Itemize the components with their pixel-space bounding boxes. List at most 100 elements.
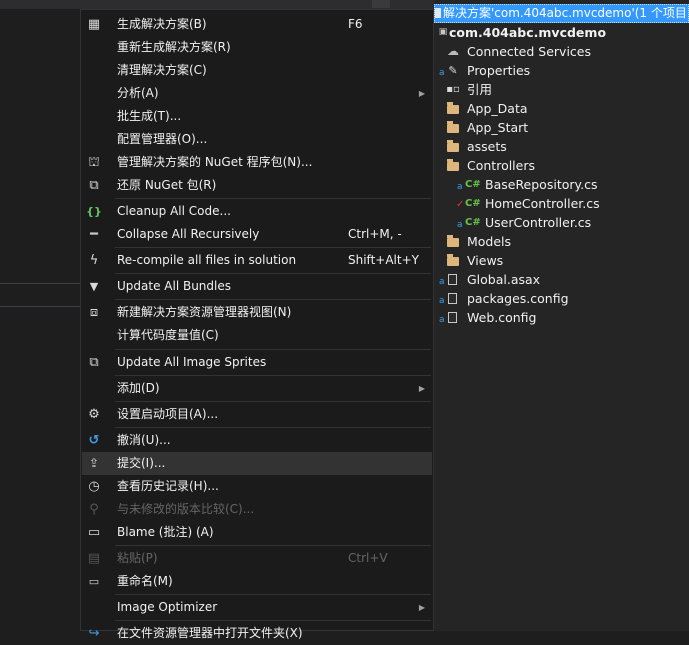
- menu-item-add[interactable]: 添加(D) ▶: [82, 377, 432, 400]
- file-icon: [448, 274, 457, 285]
- menu-item-undo[interactable]: ↺ 撤消(U)...: [82, 429, 432, 452]
- folder-open-icon: [447, 159, 459, 171]
- menu-item-collapse-all[interactable]: ━ Collapse All Recursively Ctrl+M, -: [82, 223, 432, 246]
- tree-node-app-start[interactable]: App_Start: [434, 118, 689, 137]
- menu-item-restore-nuget[interactable]: ⧉ 还原 NuGet 包(R): [82, 174, 432, 197]
- csharp-file-icon: C#: [465, 198, 481, 209]
- wrench-icon: ✎: [448, 64, 458, 77]
- menu-separator: [115, 427, 431, 428]
- tree-node-global-asax[interactable]: a Global.asax: [434, 270, 689, 289]
- tree-node-properties[interactable]: a ✎ Properties: [434, 61, 689, 80]
- submenu-arrow-icon: ▶: [418, 384, 425, 393]
- project-icon: ▣: [438, 27, 448, 37]
- scrollbar-marker[interactable]: [372, 0, 390, 8]
- lightning-icon: ϟ: [89, 253, 99, 268]
- solution-node[interactable]: 解决方案'com.404abc.mvcdemo'(1 个项目): [434, 4, 689, 23]
- menu-item-commit[interactable]: ⇪ 提交(I)...: [82, 452, 432, 475]
- history-icon: ◷: [88, 479, 100, 494]
- menu-separator: [115, 273, 431, 274]
- menu-separator: [115, 198, 431, 199]
- menu-item-rebuild-solution[interactable]: 重新生成解决方案(R): [82, 36, 432, 59]
- menu-item-blame[interactable]: ▭ Blame (批注) (A): [82, 521, 432, 544]
- editor-divider: [0, 283, 82, 284]
- tree-node-controllers[interactable]: Controllers: [434, 156, 689, 175]
- menu-separator: [115, 620, 431, 621]
- menu-separator: [115, 375, 431, 376]
- solution-explorer: 解决方案'com.404abc.mvcdemo'(1 个项目) ▣ com.40…: [434, 0, 689, 631]
- gear-icon: ⚙: [88, 407, 100, 422]
- menu-item-manage-nuget[interactable]: ⛫ 管理解决方案的 NuGet 程序包(N)...: [82, 151, 432, 174]
- sprites-icon: ⧉: [89, 355, 99, 370]
- references-icon: ▪▫: [446, 84, 460, 95]
- folder-icon: [447, 254, 459, 266]
- submenu-arrow-icon: ▶: [418, 89, 425, 98]
- menu-separator: [115, 349, 431, 350]
- context-menu: ▦ 生成解决方案(B) F6 重新生成解决方案(R) 清理解决方案(C) 分析(…: [80, 9, 434, 641]
- collapse-icon: ━: [90, 227, 98, 242]
- modified-check-icon: ✓: [456, 199, 465, 210]
- menu-separator: [115, 401, 431, 402]
- menu-item-rename[interactable]: ▭ 重命名(M): [82, 570, 432, 593]
- tree-node-models[interactable]: Models: [434, 232, 689, 251]
- tree-node-connected-services[interactable]: ☁ Connected Services: [434, 42, 689, 61]
- tree-node-assets[interactable]: assets: [434, 137, 689, 156]
- folder-icon: [447, 235, 459, 247]
- csharp-file-icon: C#: [465, 179, 481, 190]
- menu-item-compare-unmodified[interactable]: ⚲ 与未修改的版本比较(C)...: [82, 498, 432, 521]
- folder-icon: [447, 121, 459, 133]
- menu-item-new-explorer-view[interactable]: ⧈ 新建解决方案资源管理器视图(N): [82, 301, 432, 324]
- tree-node-app-data[interactable]: App_Data: [434, 99, 689, 118]
- solution-title: 解决方案'com.404abc.mvcdemo'(1 个项目): [443, 6, 689, 20]
- submenu-arrow-icon: ▶: [418, 603, 425, 612]
- compare-icon: ⚲: [89, 502, 99, 517]
- tree-node-web-config[interactable]: a Web.config: [434, 308, 689, 327]
- menu-separator: [115, 545, 431, 546]
- solution-icon: [435, 8, 441, 18]
- cloud-icon: ☁: [447, 44, 459, 58]
- menu-item-view-history[interactable]: ◷ 查看历史记录(H)...: [82, 475, 432, 498]
- funnel-icon: ▼: [89, 280, 99, 293]
- menu-item-cleanup-all-code[interactable]: {} Cleanup All Code...: [82, 200, 432, 223]
- nuget-icon: ⛫: [88, 155, 100, 170]
- tree-node-views[interactable]: Views: [434, 251, 689, 270]
- tree-node-baserepository[interactable]: a C# BaseRepository.cs: [434, 175, 689, 194]
- restore-icon: ⧉: [89, 178, 99, 193]
- build-icon: ▦: [87, 17, 101, 32]
- menu-item-code-metrics[interactable]: 计算代码度量值(C): [82, 324, 432, 347]
- tree-node-homecontroller[interactable]: ✓ C# HomeController.cs: [434, 194, 689, 213]
- editor-divider: [0, 306, 82, 307]
- file-icon: [448, 293, 457, 304]
- menu-separator: [115, 247, 431, 248]
- lock-icon: a: [439, 315, 445, 325]
- csharp-file-icon: C#: [465, 217, 481, 228]
- menu-item-open-in-explorer[interactable]: ↪ 在文件资源管理器中打开文件夹(X): [82, 622, 432, 645]
- menu-item-batch-build[interactable]: 批生成(T)...: [82, 105, 432, 128]
- menu-separator: [115, 594, 431, 595]
- menu-item-recompile[interactable]: ϟ Re-compile all files in solution Shift…: [82, 249, 432, 272]
- open-folder-icon: ↪: [88, 626, 100, 641]
- paste-icon: ▤: [87, 551, 101, 566]
- menu-item-clean-solution[interactable]: 清理解决方案(C): [82, 59, 432, 82]
- menu-item-update-bundles[interactable]: ▼ Update All Bundles: [82, 275, 432, 298]
- tree-node-references[interactable]: ▪▫ 引用: [434, 80, 689, 99]
- file-icon: [448, 312, 457, 323]
- menu-item-analyze[interactable]: 分析(A) ▶: [82, 82, 432, 105]
- folder-icon: [447, 102, 459, 114]
- menu-item-set-startup-project[interactable]: ⚙ 设置启动项目(A)...: [82, 403, 432, 426]
- menu-item-paste[interactable]: ▤ 粘贴(P) Ctrl+V: [82, 547, 432, 570]
- cleanup-icon: {}: [86, 205, 102, 218]
- menu-item-update-image-sprites[interactable]: ⧉ Update All Image Sprites: [82, 351, 432, 374]
- tree-node-packages-config[interactable]: a packages.config: [434, 289, 689, 308]
- rename-icon: ▭: [88, 575, 100, 588]
- new-view-icon: ⧈: [89, 305, 99, 320]
- blame-icon: ▭: [87, 525, 101, 540]
- folder-icon: [447, 140, 459, 152]
- commit-icon: ⇪: [88, 456, 100, 470]
- tree-node-usercontroller[interactable]: a C# UserController.cs: [434, 213, 689, 232]
- menu-item-build-solution[interactable]: ▦ 生成解决方案(B) F6: [82, 13, 432, 36]
- menu-item-configuration-manager[interactable]: 配置管理器(O)...: [82, 128, 432, 151]
- project-label: com.404abc.mvcdemo: [449, 25, 607, 40]
- editor-tab-strip: [0, 0, 434, 9]
- menu-item-image-optimizer[interactable]: Image Optimizer ▶: [82, 596, 432, 619]
- menu-separator: [115, 299, 431, 300]
